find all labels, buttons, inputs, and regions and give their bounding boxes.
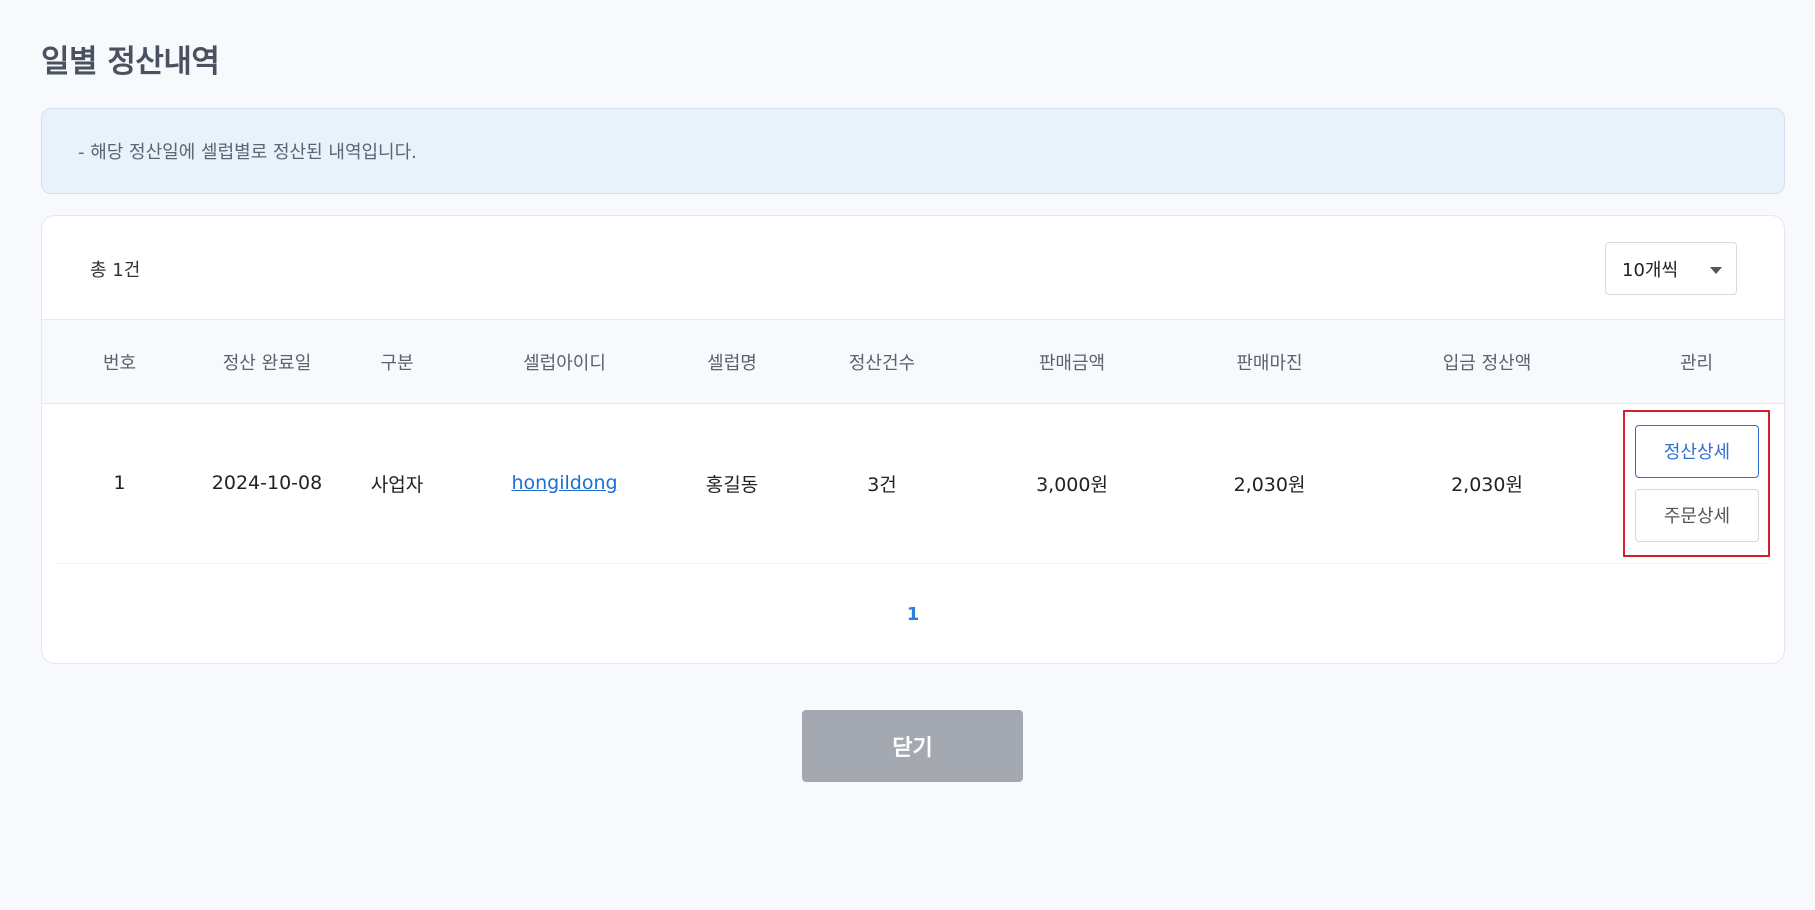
cell-sales-amount: 3,000원: [1036, 473, 1108, 496]
cell-celeb-name: 홍길동: [705, 473, 759, 496]
column-header-completed-date: 정산 완료일: [222, 352, 312, 374]
notice-text: - 해당 정산일에 셀럽별로 정산된 내역입니다.: [78, 142, 417, 163]
cell-count: 3건: [867, 473, 897, 496]
column-header-count: 정산건수: [848, 352, 916, 374]
settlement-detail-button[interactable]: 정산상세: [1635, 424, 1759, 478]
page-size-select[interactable]: 10개씩: [1605, 242, 1737, 295]
table-header-row: 번호 정산 완료일 구분 셀럽아이디 셀럽명 정산건수 판매금액 판매마진 입금…: [42, 319, 1784, 404]
list-toolbar: 총 1건 10개씩: [42, 216, 1784, 319]
cell-celeb-id: hongildong: [457, 404, 672, 563]
close-button[interactable]: 닫기: [802, 710, 1023, 782]
manage-actions-highlight: 정산상세 주문상세: [1623, 409, 1770, 557]
page-size-value: 10개씩: [1622, 259, 1679, 281]
column-header-sales-amount: 판매금액: [1038, 352, 1106, 374]
total-count: 총 1건: [90, 260, 141, 281]
column-header-type: 구분: [380, 352, 414, 374]
cell-no: 1: [113, 472, 126, 495]
settlement-table: 번호 정산 완료일 구분 셀럽아이디 셀럽명 정산건수 판매금액 판매마진 입금…: [42, 319, 1784, 563]
cell-completed-date: 2024-10-08: [211, 472, 323, 495]
settlement-list-card: 총 1건 10개씩 번호 정산 완료일 구분 셀럽아이디 셀럽명 정산건수 판매…: [41, 215, 1785, 664]
order-detail-button[interactable]: 주문상세: [1635, 488, 1759, 542]
celeb-id-link[interactable]: hongildong: [511, 472, 617, 494]
settlement-page: 일별 정산내역 - 해당 정산일에 셀럽별로 정산된 내역입니다. 총 1건 1…: [0, 0, 1815, 910]
cell-type: 사업자: [370, 473, 424, 496]
column-header-celeb-name: 셀럽명: [707, 352, 757, 374]
cell-sales-margin: 2,030원: [1233, 473, 1306, 496]
cell-deposit-amount: 2,030원: [1451, 473, 1523, 496]
column-header-no: 번호: [102, 352, 137, 374]
column-header-manage: 관리: [1679, 352, 1714, 374]
chevron-down-icon: [1710, 267, 1722, 274]
notice-box: - 해당 정산일에 셀럽별로 정산된 내역입니다.: [41, 108, 1785, 194]
pagination: 1: [42, 564, 1784, 664]
column-header-deposit-amount: 입금 정산액: [1442, 352, 1532, 374]
cell-manage: 정산상세 주문상세: [1607, 404, 1784, 563]
column-header-sales-margin: 판매마진: [1236, 352, 1303, 374]
pagination-page-1[interactable]: 1: [907, 604, 920, 625]
page-title: 일별 정산내역: [41, 44, 220, 80]
column-header-celeb-id: 셀럽아이디: [523, 352, 606, 374]
table-row: 1 2024-10-08 사업자 hongildong 홍길동 3건 3,000…: [42, 404, 1784, 563]
